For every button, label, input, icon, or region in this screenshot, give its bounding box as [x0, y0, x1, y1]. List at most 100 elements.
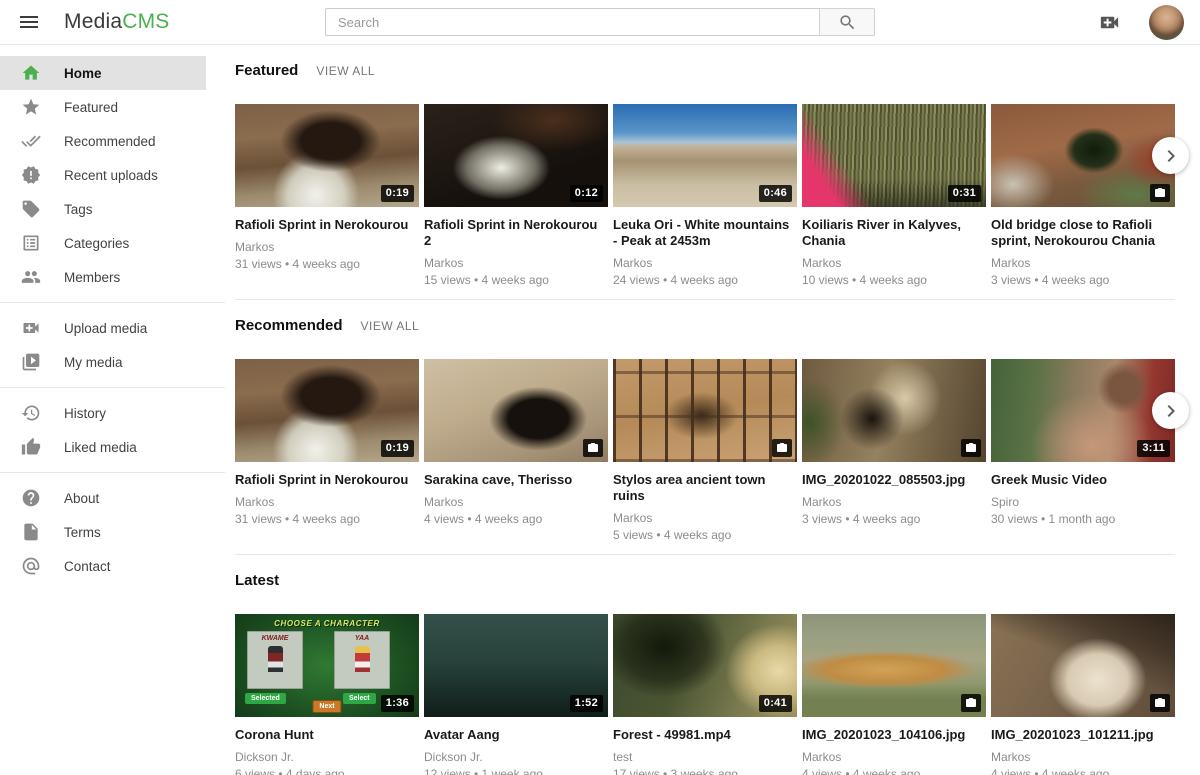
- media-author[interactable]: Markos: [235, 495, 419, 509]
- media-author[interactable]: Dickson Jr.: [235, 750, 419, 764]
- search-input[interactable]: [325, 8, 819, 36]
- sidebar-item-history[interactable]: History: [0, 396, 206, 430]
- card-row-wrap: CHOOSE A CHARACTERKWAMEYAASelectedNextSe…: [235, 614, 1175, 775]
- media-card[interactable]: 0:41Forest - 49981.mp4test17 views • 3 w…: [613, 614, 797, 775]
- media-thumbnail[interactable]: [991, 614, 1175, 717]
- sidebar-item-label: Tags: [64, 202, 93, 217]
- media-author[interactable]: Markos: [424, 256, 608, 270]
- media-card[interactable]: 0:31 Koiliaris River in Kalyves, Chania Ma…: [802, 104, 986, 287]
- media-thumbnail[interactable]: 0:19: [235, 359, 419, 462]
- media-title[interactable]: Forest - 49981.mp4: [613, 727, 797, 743]
- user-avatar[interactable]: [1149, 5, 1184, 40]
- sidebar-item-tags[interactable]: Tags: [0, 192, 206, 226]
- help-icon: [20, 487, 42, 509]
- media-card[interactable]: 3:11Greek Music VideoSpiro30 views • 1 m…: [991, 359, 1175, 542]
- media-card[interactable]: 1:52 Avatar Aang Dickson Jr. 12 views • 1 w…: [424, 614, 608, 775]
- next-arrow-button[interactable]: [1152, 392, 1189, 429]
- media-author[interactable]: Markos: [802, 495, 986, 509]
- media-title[interactable]: IMG_20201023_104106.jpg: [802, 727, 986, 743]
- media-card[interactable]: IMG_20201023_101211.jpg Markos 4 views • 4…: [991, 614, 1175, 775]
- media-card[interactable]: Stylos area ancient town ruinsMarkos5 vi…: [613, 359, 797, 542]
- media-thumbnail[interactable]: 0:12: [424, 104, 608, 207]
- next-arrow-button[interactable]: [1152, 137, 1189, 174]
- media-thumbnail[interactable]: 0:41: [613, 614, 797, 717]
- view-all-link[interactable]: VIEW ALL: [361, 319, 420, 333]
- media-author[interactable]: Markos: [802, 256, 986, 270]
- menu-icon[interactable]: [16, 9, 42, 35]
- sidebar-item-contact[interactable]: Contact: [0, 549, 206, 583]
- media-title[interactable]: IMG_20201023_101211.jpg: [991, 727, 1175, 743]
- video-library-icon: [20, 351, 42, 373]
- section-header: FeaturedVIEW ALL: [235, 62, 1175, 79]
- media-title[interactable]: Stylos area ancient town ruins: [613, 472, 797, 504]
- media-title[interactable]: Leuka Ori - White mountains - Peak at 24…: [613, 217, 797, 249]
- media-thumbnail[interactable]: 0:19: [235, 104, 419, 207]
- media-author[interactable]: Markos: [235, 240, 419, 254]
- media-title[interactable]: IMG_20201022_085503.jpg: [802, 472, 986, 488]
- media-title[interactable]: Koiliaris River in Kalyves, Chania: [802, 217, 986, 249]
- media-card[interactable]: CHOOSE A CHARACTERKWAMEYAASelectedNextSe…: [235, 614, 419, 775]
- logo-text-media: Media: [64, 10, 122, 33]
- sidebar-item-label: Recent uploads: [64, 168, 158, 183]
- media-meta: 12 views • 1 week ago: [424, 767, 608, 775]
- sidebar-item-my-media[interactable]: My media: [0, 345, 206, 379]
- media-meta: 4 views • 4 weeks ago: [991, 767, 1175, 775]
- upload-media-icon[interactable]: [1098, 11, 1121, 34]
- media-author[interactable]: Markos: [802, 750, 986, 764]
- media-title[interactable]: Greek Music Video: [991, 472, 1175, 488]
- media-card[interactable]: 0:46 Leuka Ori - White mountains - Peak a…: [613, 104, 797, 287]
- sidebar-item-members[interactable]: Members: [0, 260, 206, 294]
- media-author[interactable]: Markos: [613, 511, 797, 525]
- media-author[interactable]: Markos: [991, 750, 1175, 764]
- new-releases-icon: [20, 164, 42, 186]
- media-title[interactable]: Sarakina cave, Therisso: [424, 472, 608, 488]
- media-card[interactable]: IMG_20201023_104106.jpgMarkos4 views • 4…: [802, 614, 986, 775]
- sidebar-item-home[interactable]: Home: [0, 56, 206, 90]
- sidebar-item-featured[interactable]: Featured: [0, 90, 206, 124]
- media-author[interactable]: test: [613, 750, 797, 764]
- media-card[interactable]: Old bridge close to Rafioli sprint, Nero…: [991, 104, 1175, 287]
- media-author[interactable]: Dickson Jr.: [424, 750, 608, 764]
- select-label: Select: [343, 693, 376, 704]
- media-thumbnail[interactable]: CHOOSE A CHARACTERKWAMEYAASelectedNextSe…: [235, 614, 419, 717]
- sidebar-item-liked-media[interactable]: Liked media: [0, 430, 206, 464]
- media-meta: 3 views • 4 weeks ago: [802, 512, 986, 526]
- media-thumbnail[interactable]: 0:31: [802, 104, 986, 207]
- media-card[interactable]: 0:19Rafioli Sprint in NerokourouMarkos31…: [235, 104, 419, 287]
- sidebar-item-terms[interactable]: Terms: [0, 515, 206, 549]
- media-thumbnail[interactable]: 3:11: [991, 359, 1175, 462]
- search-button[interactable]: [819, 8, 875, 36]
- media-author[interactable]: Markos: [424, 495, 608, 509]
- sidebar-item-label: Upload media: [64, 321, 147, 336]
- duration-badge: 0:31: [948, 185, 981, 202]
- media-title[interactable]: Corona Hunt: [235, 727, 419, 743]
- media-thumbnail[interactable]: 0:46: [613, 104, 797, 207]
- sidebar-item-upload-media[interactable]: Upload media: [0, 311, 206, 345]
- sidebar-item-recent-uploads[interactable]: Recent uploads: [0, 158, 206, 192]
- media-card[interactable]: Sarakina cave, TherissoMarkos4 views • 4…: [424, 359, 608, 542]
- media-card[interactable]: IMG_20201022_085503.jpg Markos 3 views • 4…: [802, 359, 986, 542]
- media-title[interactable]: Rafioli Sprint in Nerokourou 2: [424, 217, 608, 249]
- sidebar-item-categories[interactable]: Categories: [0, 226, 206, 260]
- media-author[interactable]: Markos: [991, 256, 1175, 270]
- view-all-link[interactable]: VIEW ALL: [316, 64, 375, 78]
- media-author[interactable]: Spiro: [991, 495, 1175, 509]
- media-title[interactable]: Rafioli Sprint in Nerokourou: [235, 472, 419, 488]
- media-card[interactable]: 0:12 Rafioli Sprint in Nerokourou 2 Markos…: [424, 104, 608, 287]
- media-thumbnail[interactable]: [802, 614, 986, 717]
- media-title[interactable]: Rafioli Sprint in Nerokourou: [235, 217, 419, 233]
- media-title[interactable]: Avatar Aang: [424, 727, 608, 743]
- media-thumbnail[interactable]: [802, 359, 986, 462]
- media-thumbnail[interactable]: [613, 359, 797, 462]
- media-card[interactable]: 0:19Rafioli Sprint in NerokourouMarkos31…: [235, 359, 419, 542]
- sidebar-divider: [0, 387, 225, 388]
- sidebar-item-recommended[interactable]: Recommended: [0, 124, 206, 158]
- media-author[interactable]: Markos: [613, 256, 797, 270]
- media-thumbnail[interactable]: [424, 359, 608, 462]
- media-thumbnail[interactable]: [991, 104, 1175, 207]
- media-title[interactable]: Old bridge close to Rafioli sprint, Nero…: [991, 217, 1175, 249]
- camera-icon: [961, 694, 981, 712]
- app-logo[interactable]: MediaCMS: [64, 10, 169, 34]
- sidebar-item-about[interactable]: About: [0, 481, 206, 515]
- media-thumbnail[interactable]: 1:52: [424, 614, 608, 717]
